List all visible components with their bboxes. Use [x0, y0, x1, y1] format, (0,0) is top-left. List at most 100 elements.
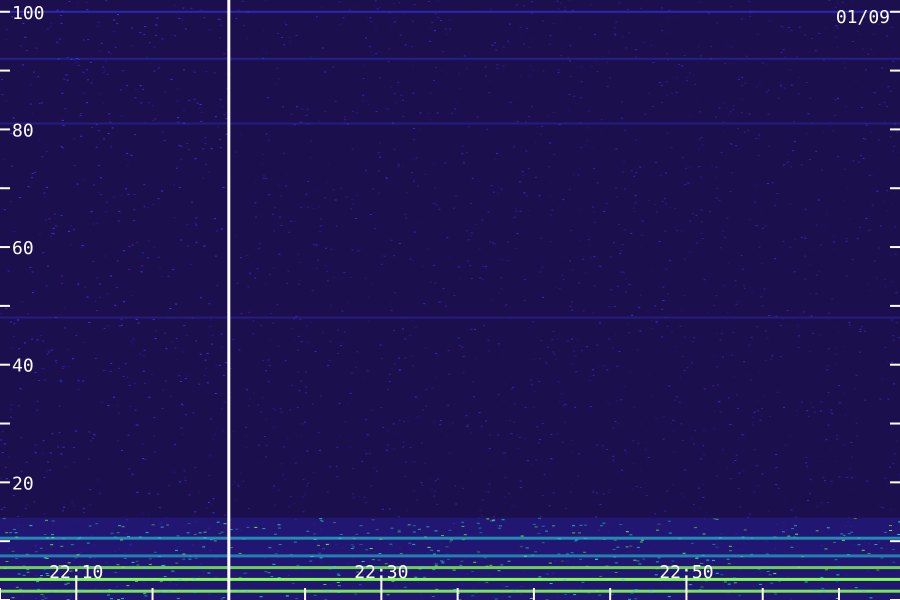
band-speck: [720, 574, 724, 576]
noise-speck: [147, 207, 149, 209]
noise-speck: [485, 265, 488, 267]
noise-speck: [153, 417, 156, 419]
band-speck: [223, 523, 227, 525]
noise-speck: [236, 484, 239, 486]
band-speck: [497, 570, 501, 572]
noise-speck: [351, 117, 354, 119]
noise-speck: [132, 339, 135, 341]
noise-speck: [131, 473, 134, 475]
noise-speck: [698, 166, 701, 168]
noise-speck: [606, 401, 609, 403]
noise-speck: [562, 199, 565, 201]
noise-speck: [92, 184, 95, 186]
band-speck: [203, 531, 207, 533]
noise-speck: [398, 516, 400, 518]
noise-speck: [429, 27, 432, 28]
band-speck: [712, 543, 716, 545]
noise-speck: [174, 443, 176, 445]
noise-speck: [40, 368, 43, 369]
noise-speck: [511, 505, 514, 507]
band-speck: [88, 525, 92, 527]
noise-speck: [487, 339, 490, 341]
noise-speck: [343, 331, 346, 333]
noise-speck: [415, 326, 418, 328]
noise-speck: [345, 196, 348, 198]
noise-speck: [859, 328, 862, 330]
noise-speck: [500, 288, 503, 290]
noise-speck: [289, 496, 292, 498]
noise-speck: [622, 367, 625, 369]
noise-speck: [332, 276, 335, 278]
noise-speck: [59, 379, 62, 381]
noise-speck: [187, 245, 190, 247]
noise-speck: [99, 283, 102, 285]
band-speck: [272, 563, 276, 565]
noise-speck: [110, 275, 112, 277]
noise-speck: [426, 248, 429, 250]
band-speck: [538, 517, 541, 519]
noise-speck: [99, 177, 102, 179]
noise-speck: [349, 446, 352, 448]
band-speck: [278, 544, 282, 545]
noise-speck: [685, 168, 688, 170]
noise-speck: [478, 180, 480, 182]
noise-speck: [498, 292, 501, 294]
band-speck: [853, 518, 857, 520]
noise-speck: [662, 438, 665, 440]
noise-speck: [77, 64, 80, 66]
noise-speck: [804, 278, 807, 280]
band-speck: [143, 567, 147, 569]
band-speck: [235, 528, 239, 530]
noise-speck: [693, 337, 696, 339]
noise-speck: [689, 220, 692, 222]
noise-speck: [480, 425, 483, 427]
noise-speck: [34, 444, 37, 446]
noise-speck: [374, 0, 377, 2]
noise-speck: [787, 160, 790, 162]
noise-speck: [475, 358, 478, 360]
noise-speck: [297, 371, 300, 373]
noise-speck: [265, 456, 267, 458]
band-speck: [313, 539, 317, 540]
band-speck: [107, 594, 110, 596]
noise-speck: [486, 128, 489, 130]
noise-speck: [361, 290, 364, 292]
noise-speck: [67, 366, 70, 368]
noise-speck: [293, 503, 296, 504]
noise-speck: [743, 287, 746, 289]
band-speck: [194, 557, 198, 559]
noise-speck: [651, 328, 654, 329]
noise-speck: [809, 402, 812, 404]
noise-speck: [144, 459, 147, 461]
noise-speck: [10, 321, 12, 323]
noise-speck: [749, 513, 751, 515]
noise-speck: [557, 72, 560, 74]
noise-speck: [387, 430, 390, 432]
noise-speck: [419, 223, 422, 225]
noise-speck: [683, 495, 686, 497]
noise-speck: [420, 442, 423, 444]
noise-speck: [771, 355, 774, 357]
noise-speck: [73, 138, 76, 140]
noise-speck: [895, 292, 898, 294]
band-speck: [306, 530, 310, 532]
noise-speck: [403, 421, 406, 422]
noise-speck: [326, 182, 329, 184]
noise-speck: [578, 239, 581, 241]
noise-speck: [620, 399, 623, 401]
noise-speck: [461, 346, 464, 348]
y-tick-label: 100: [12, 3, 45, 24]
noise-speck: [520, 37, 523, 39]
noise-speck: [884, 347, 887, 348]
noise-speck: [851, 259, 854, 261]
noise-speck: [299, 206, 302, 208]
noise-speck: [730, 143, 733, 145]
noise-speck: [570, 338, 573, 340]
noise-speck: [152, 119, 155, 121]
band-speck: [352, 538, 356, 540]
band-speck: [788, 578, 792, 580]
band-speck: [494, 598, 498, 600]
band-speck: [579, 558, 583, 560]
noise-speck: [114, 46, 117, 48]
noise-speck: [144, 382, 147, 384]
